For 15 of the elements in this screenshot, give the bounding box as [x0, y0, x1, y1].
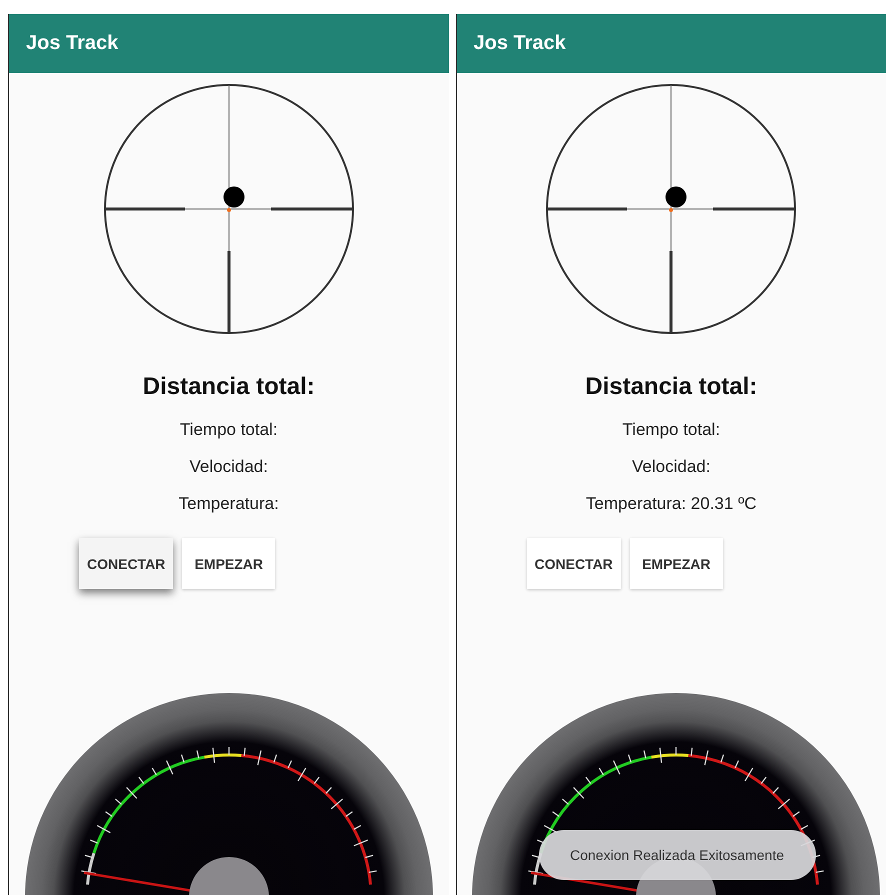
stat-label: Temperatura: 20.31 ºC — [586, 494, 757, 514]
distance-label: Distancia total: — [142, 373, 315, 401]
start-button[interactable]: EMPEZAR — [630, 538, 723, 589]
connect-button[interactable]: CONECTAR — [79, 538, 174, 589]
stat-label: Velocidad: — [632, 457, 710, 477]
app-bar-title: Jos Track — [9, 14, 448, 73]
connect-button[interactable]: CONECTAR — [526, 538, 621, 589]
toast-message: Conexion Realizada Exitosamente — [538, 830, 816, 880]
stat-label: Velocidad: — [190, 457, 268, 477]
stat-label: Tiempo total: — [180, 420, 278, 440]
stat-label: Tiempo total: — [622, 420, 720, 440]
distance-label: Distancia total: — [585, 373, 758, 401]
start-button[interactable]: EMPEZAR — [182, 538, 276, 589]
app-bar-title: Jos Track — [456, 14, 886, 73]
stat-label: Temperatura: — [178, 494, 279, 514]
